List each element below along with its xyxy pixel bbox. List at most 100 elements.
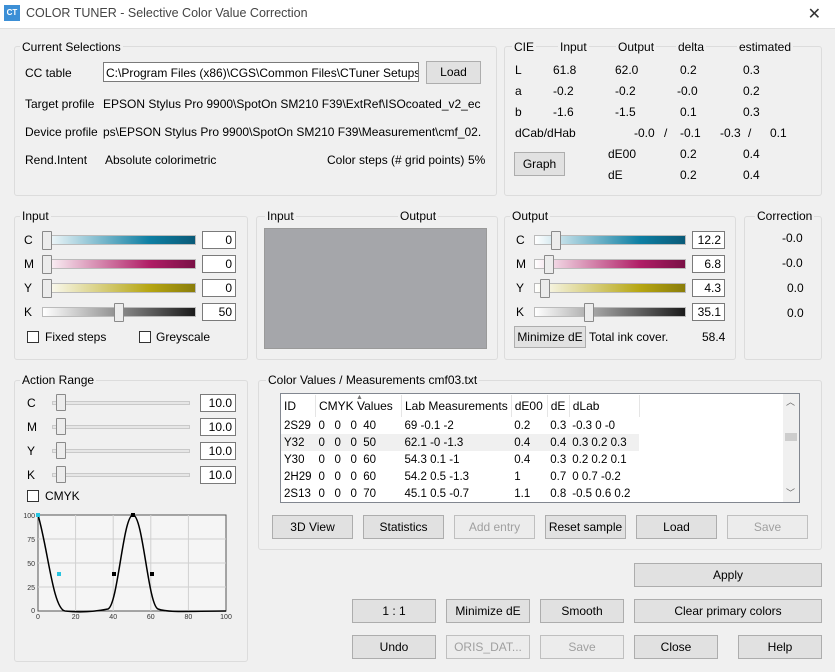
color-steps-value[interactable]: 5% [468, 153, 485, 167]
curve-y-tick: 50 [27, 561, 35, 568]
close-window-icon[interactable]: ✕ [808, 4, 821, 24]
output-c-label: C [516, 233, 525, 247]
output-m-slider-thumb[interactable] [543, 255, 554, 274]
output-k-slider-thumb[interactable] [583, 303, 594, 322]
col-dlab-header[interactable]: dLab [569, 395, 640, 417]
input-k-value[interactable]: 50 [202, 303, 236, 321]
input-k-slider-thumb[interactable] [114, 303, 124, 322]
output-y-gradient-slider[interactable] [534, 283, 686, 293]
minimize-de-button[interactable]: Minimize dE [446, 599, 530, 623]
col-lab-header[interactable]: Lab Measurements [401, 395, 512, 417]
cmyk-label: CMYK [45, 489, 80, 503]
output-c-slider-thumb[interactable] [551, 231, 562, 250]
add-entry-button[interactable]: Add entry [454, 515, 535, 539]
cc-table-field[interactable]: C:\Program Files (x86)\CGS\Common Files\… [103, 62, 419, 82]
output-c-value[interactable]: 12.2 [692, 231, 725, 249]
action-c-track[interactable] [52, 401, 190, 405]
values-save-button[interactable]: Save [727, 515, 808, 539]
total-ink-label: Total ink cover. [589, 330, 669, 344]
de00-label: dE00 [608, 147, 637, 161]
measurement-row[interactable]: Y32 0 0 0 50 62.1 -0 -1.3 0.4 0.4 0.3 0.2 0.3 [281, 434, 640, 451]
col-id-header[interactable]: ID [281, 395, 316, 417]
measurements-list[interactable]: ID CMYK Values Lab Measurements dE00 dE … [280, 393, 800, 503]
minimize-de-small-button[interactable]: Minimize dE [514, 326, 586, 348]
cie-a-input: -0.2 [553, 84, 574, 98]
help-button[interactable]: Help [738, 635, 822, 659]
measurement-row[interactable]: 2S13 0 0 0 70 45.1 0.5 -0.7 1.1 0.8 -0.5 0.6 … [281, 485, 639, 502]
greyscale-checkbox[interactable] [139, 331, 151, 343]
action-k-label: K [27, 468, 36, 482]
input-m-value[interactable]: 0 [202, 255, 236, 273]
input-y-label: Y [24, 281, 33, 295]
action-m-slider-thumb[interactable] [56, 418, 66, 435]
close-button[interactable]: Close [634, 635, 718, 659]
action-y-slider-thumb[interactable] [56, 442, 66, 459]
scroll-thumb[interactable] [785, 433, 797, 441]
col-de-header[interactable]: dE [547, 395, 570, 417]
fixed-steps-checkbox[interactable] [27, 331, 39, 343]
input-y-value[interactable]: 0 [202, 279, 236, 297]
measurement-row[interactable]: 2H29 0 0 0 60 54.2 0.5 -1.3 1 0.7 0 0.7 -0.2 [281, 468, 639, 485]
clear-primary-colors-button[interactable]: Clear primary colors [634, 599, 822, 623]
measurement-cell-de00: 0.4 [514, 436, 531, 449]
curve-point [57, 572, 61, 576]
action-y-track[interactable] [52, 449, 190, 453]
cmyk-checkbox[interactable] [27, 490, 39, 502]
action-k-value[interactable]: 10.0 [200, 466, 236, 484]
action-curve-graph[interactable]: 100 75 50 25 0 0 20 40 60 80 100 [23, 509, 233, 621]
input-c-gradient-slider[interactable] [42, 235, 196, 245]
list-scrollbar[interactable]: ︿ ﹀ [783, 394, 799, 502]
cie-b-output: -1.5 [615, 105, 636, 119]
curve-x-tick: 40 [109, 614, 117, 621]
action-c-slider-thumb[interactable] [56, 394, 66, 411]
rend-intent-value[interactable]: Absolute colorimetric [105, 153, 216, 167]
reset-sample-button[interactable]: Reset sample [545, 515, 626, 539]
input-m-gradient-slider[interactable] [42, 259, 196, 269]
scroll-up-icon[interactable]: ︿ [786, 395, 795, 408]
col-de00-header[interactable]: dE00 [511, 395, 548, 417]
curve-y-tick: 25 [27, 585, 35, 592]
cie-dcab-label: dCab/dHab [515, 126, 576, 140]
3d-view-button[interactable]: 3D View [272, 515, 353, 539]
action-k-track[interactable] [52, 473, 190, 477]
cie-a-label: a [515, 84, 522, 98]
values-load-button[interactable]: Load [636, 515, 717, 539]
input-y-slider-thumb[interactable] [42, 279, 52, 298]
apply-button[interactable]: Apply [634, 563, 822, 587]
oris-dat-button[interactable]: ORIS_DAT... [446, 635, 530, 659]
de00-delta: 0.2 [680, 147, 697, 161]
statistics-button[interactable]: Statistics [363, 515, 444, 539]
cc-table-load-button[interactable]: Load [426, 61, 481, 84]
cie-l-output: 62.0 [615, 63, 639, 77]
scroll-down-icon[interactable]: ﹀ [786, 486, 795, 499]
measurement-cell-de00: 0.4 [514, 453, 531, 466]
curve-point [150, 572, 154, 576]
output-m-value[interactable]: 6.8 [692, 255, 725, 273]
measurement-row[interactable]: Y30 0 0 0 60 54.3 0.1 -1 0.4 0.3 0.2 0.2 0.1 [281, 451, 639, 468]
window-title: COLOR TUNER - Selective Color Value Corr… [26, 6, 308, 20]
graph-button[interactable]: Graph [514, 152, 565, 176]
bottom-save-button[interactable]: Save [540, 635, 624, 659]
measurement-cell-lab: 62.1 -0 -1.3 [404, 436, 464, 449]
output-k-gradient-slider[interactable] [534, 307, 686, 317]
action-m-track[interactable] [52, 425, 190, 429]
action-m-value[interactable]: 10.0 [200, 418, 236, 436]
output-m-gradient-slider[interactable] [534, 259, 686, 269]
curve-x-tick: 80 [185, 614, 193, 621]
one-to-one-button[interactable]: 1 : 1 [352, 599, 436, 623]
de00-estimated: 0.4 [743, 147, 760, 161]
input-y-gradient-slider[interactable] [42, 283, 196, 293]
input-m-slider-thumb[interactable] [42, 255, 52, 274]
action-c-value[interactable]: 10.0 [200, 394, 236, 412]
smooth-button[interactable]: Smooth [540, 599, 624, 623]
input-c-value[interactable]: 0 [202, 231, 236, 249]
input-c-slider-thumb[interactable] [42, 231, 52, 250]
measurement-row[interactable]: 2S29 0 0 0 40 69 -0.1 -2 0.2 0.3 -0.3 0 -0 [281, 417, 639, 434]
color-steps-label: Color steps (# grid points) [327, 153, 465, 167]
output-y-value[interactable]: 4.3 [692, 279, 725, 297]
action-y-value[interactable]: 10.0 [200, 442, 236, 460]
action-k-slider-thumb[interactable] [56, 466, 66, 483]
undo-button[interactable]: Undo [352, 635, 436, 659]
output-y-slider-thumb[interactable] [540, 279, 551, 298]
output-k-value[interactable]: 35.1 [692, 303, 725, 321]
